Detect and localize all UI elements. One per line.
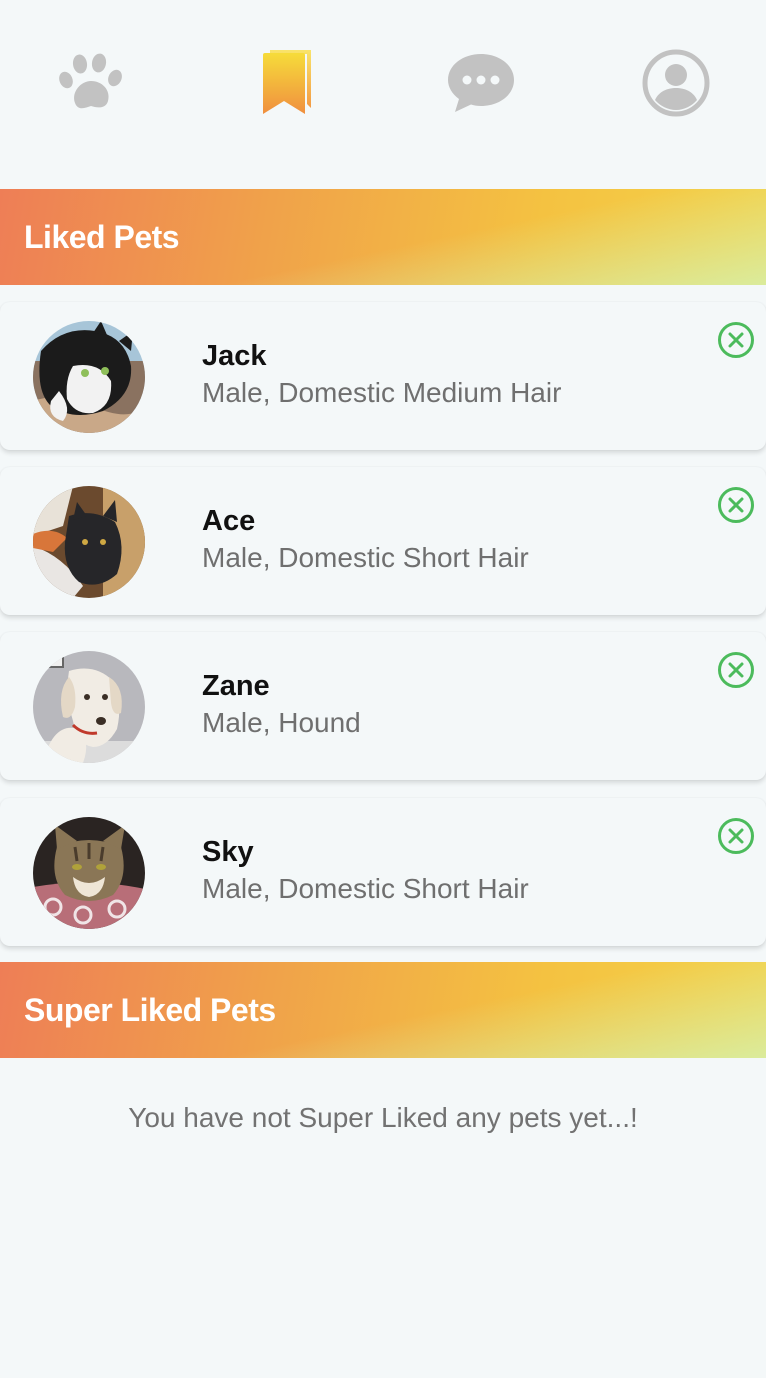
pet-name: Zane bbox=[202, 670, 270, 702]
nav-tab-profile[interactable] bbox=[641, 48, 711, 123]
super-liked-pets-header: Super Liked Pets bbox=[0, 962, 766, 1058]
pet-avatar bbox=[33, 651, 145, 763]
pet-name: Sky bbox=[202, 836, 254, 868]
pet-avatar bbox=[33, 321, 145, 433]
pet-card[interactable]: Zane Male, Hound bbox=[0, 632, 766, 780]
pet-card[interactable]: Sky Male, Domestic Short Hair bbox=[0, 798, 766, 946]
remove-pet-button[interactable] bbox=[717, 321, 755, 359]
close-circle-icon bbox=[717, 487, 755, 528]
white-hound-dog-photo bbox=[33, 651, 145, 763]
pet-card[interactable]: Ace Male, Domestic Short Hair bbox=[0, 467, 766, 615]
section-title: Liked Pets bbox=[24, 219, 180, 255]
paw-icon bbox=[57, 48, 127, 123]
pet-name: Ace bbox=[202, 505, 256, 537]
pet-card[interactable]: Jack Male, Domestic Medium Hair bbox=[0, 302, 766, 450]
close-circle-icon bbox=[717, 652, 755, 693]
tuxedo-cat-photo bbox=[33, 321, 145, 433]
empty-state-message: You have not Super Liked any pets yet...… bbox=[128, 1102, 638, 1133]
nav-tab-liked[interactable] bbox=[253, 48, 323, 123]
bookmarks-icon bbox=[253, 48, 323, 123]
account-circle-icon bbox=[641, 48, 711, 123]
close-circle-icon bbox=[717, 322, 755, 363]
pet-name: Jack bbox=[202, 340, 267, 372]
nav-tab-messages[interactable] bbox=[446, 50, 516, 120]
top-navigation bbox=[0, 0, 766, 190]
close-circle-icon bbox=[717, 818, 755, 859]
chat-bubble-icon bbox=[446, 48, 516, 123]
pet-details: Male, Domestic Short Hair bbox=[202, 873, 529, 904]
remove-pet-button[interactable] bbox=[717, 817, 755, 855]
pet-details: Male, Domestic Medium Hair bbox=[202, 377, 562, 408]
liked-pets-header: Liked Pets bbox=[0, 189, 766, 285]
pet-details: Male, Hound bbox=[202, 707, 361, 738]
nav-tab-explore[interactable] bbox=[57, 50, 127, 120]
remove-pet-button[interactable] bbox=[717, 486, 755, 524]
pet-avatar bbox=[33, 817, 145, 929]
pet-avatar bbox=[33, 486, 145, 598]
pet-details: Male, Domestic Short Hair bbox=[202, 542, 529, 573]
tabby-cat-photo bbox=[33, 817, 145, 929]
black-cat-photo bbox=[33, 486, 145, 598]
remove-pet-button[interactable] bbox=[717, 651, 755, 689]
section-title: Super Liked Pets bbox=[24, 992, 276, 1028]
